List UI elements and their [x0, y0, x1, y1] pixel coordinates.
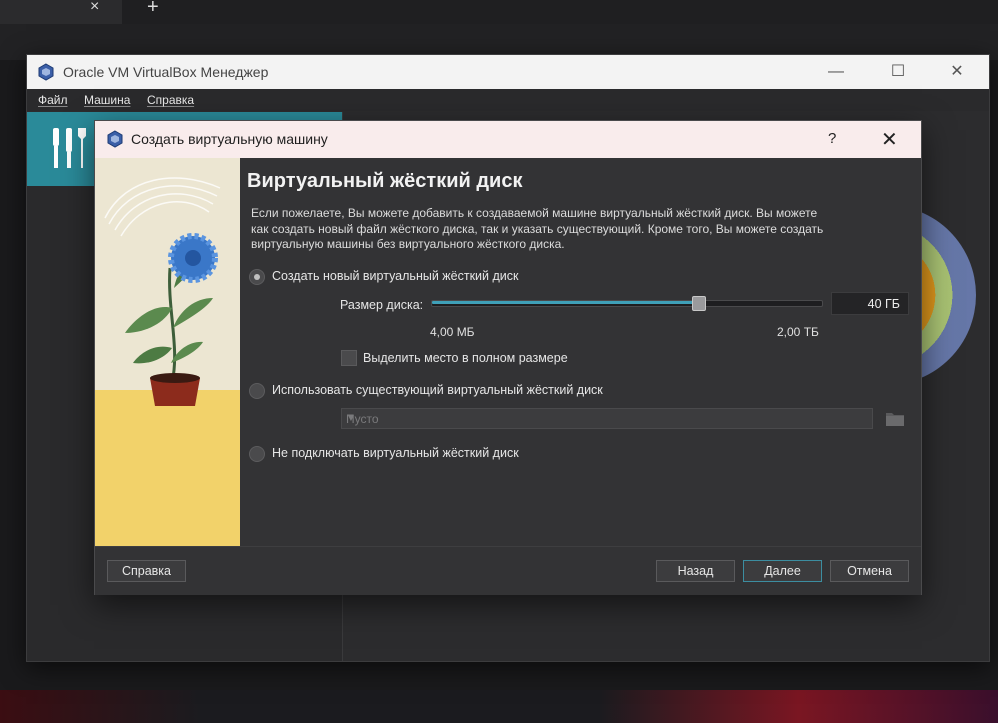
- tools-icon: [53, 128, 86, 168]
- help-question-icon[interactable]: ?: [828, 130, 836, 147]
- preallocate-label: Выделить место в полном размере: [363, 351, 568, 365]
- disk-size-slider[interactable]: [431, 296, 823, 311]
- disk-size-input[interactable]: 40 ГБ: [831, 292, 909, 315]
- dialog-titlebar: Создать виртуальную машину ? ✕: [95, 121, 921, 158]
- dialog-title: Создать виртуальную машину: [131, 131, 328, 147]
- choose-disk-folder-icon[interactable]: [885, 409, 905, 427]
- radio-create-new-indicator[interactable]: [249, 269, 265, 285]
- page-heading: Виртуальный жёсткий диск: [247, 170, 523, 192]
- maximize-icon[interactable]: ☐: [887, 61, 909, 83]
- virtualbox-logo-icon: [38, 63, 54, 81]
- radio-no-disk-label: Не подключать виртуальный жёсткий диск: [272, 446, 519, 460]
- disk-size-min-label: 4,00 МБ: [430, 325, 475, 339]
- page-description: Если пожелаете, Вы можете добавить к соз…: [251, 206, 824, 251]
- disk-size-max-label: 2,00 ТБ: [777, 325, 819, 339]
- next-button[interactable]: Далее: [743, 560, 822, 582]
- slider-thumb[interactable]: [692, 296, 706, 311]
- main-menubar: Файл Машина Справка: [27, 89, 989, 111]
- wizard-illustration: [95, 158, 240, 546]
- radio-use-existing-label: Использовать существующий виртуальный жё…: [272, 383, 603, 397]
- disk-size-label: Размер диска:: [340, 298, 424, 312]
- radio-create-new-label: Создать новый виртуальный жёсткий диск: [272, 269, 519, 283]
- slider-fill: [432, 301, 693, 304]
- radio-no-disk-indicator[interactable]: [249, 446, 265, 462]
- close-icon[interactable]: ✕: [946, 61, 968, 83]
- create-vm-dialog: Создать виртуальную машину ? ✕ Виртуальн…: [94, 120, 922, 595]
- existing-disk-select[interactable]: Пусто ▼: [341, 408, 873, 429]
- background-tab-close-icon[interactable]: ×: [90, 0, 99, 16]
- background-tab-strip: × +: [0, 0, 998, 24]
- dialog-close-icon[interactable]: ✕: [881, 127, 898, 152]
- plant-illustration: [95, 158, 240, 546]
- preallocate-checkbox[interactable]: [341, 350, 357, 366]
- radio-use-existing-indicator[interactable]: [249, 383, 265, 399]
- background-new-tab-icon[interactable]: +: [147, 0, 159, 19]
- menu-help[interactable]: Справка: [147, 93, 194, 107]
- background-desktop: [0, 690, 998, 723]
- main-titlebar: Oracle VM VirtualBox Менеджер — ☐ ✕: [27, 55, 989, 89]
- main-window-title: Oracle VM VirtualBox Менеджер: [63, 64, 269, 80]
- help-button[interactable]: Справка: [107, 560, 186, 582]
- virtualbox-logo-icon: [107, 130, 123, 148]
- back-button[interactable]: Назад: [656, 560, 735, 582]
- wizard-content: Виртуальный жёсткий диск Если пожелаете,…: [247, 158, 917, 546]
- menu-machine[interactable]: Машина: [84, 93, 130, 107]
- menu-file[interactable]: Файл: [38, 93, 68, 107]
- minimize-icon[interactable]: —: [825, 61, 847, 83]
- background-tab[interactable]: ×: [0, 0, 122, 24]
- dialog-button-bar: Справка Назад Далее Отмена: [95, 546, 921, 595]
- chevron-down-icon: ▼: [346, 413, 356, 424]
- cancel-button[interactable]: Отмена: [830, 560, 909, 582]
